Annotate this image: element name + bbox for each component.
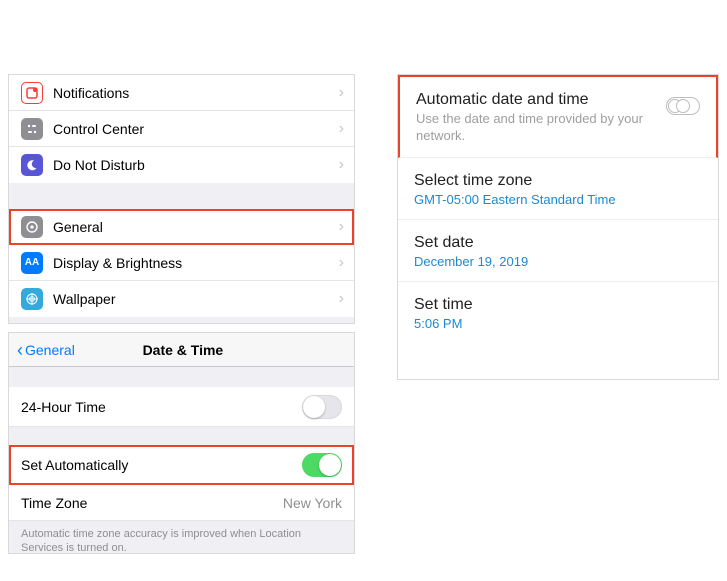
chevron-right-icon: ›: [339, 121, 344, 137]
row-title: Automatic date and time: [416, 91, 654, 109]
row-label: Control Center: [53, 121, 339, 137]
toggle-24hour[interactable]: [302, 395, 342, 419]
chevron-right-icon: ›: [339, 157, 344, 173]
ios-datetime-panel: ‹ General Date & Time 24-Hour Time Set A…: [8, 332, 355, 554]
row-title: Set date: [414, 234, 702, 252]
nav-bar: ‹ General Date & Time: [9, 333, 354, 367]
android-datetime-panel: Automatic date and time Use the date and…: [397, 74, 719, 380]
timezone-value: GMT-05:00 Eastern Standard Time: [414, 192, 702, 207]
chevron-right-icon: ›: [339, 255, 344, 271]
row-set-time[interactable]: Set time 5:06 PM: [398, 282, 718, 343]
chevron-right-icon: ›: [339, 291, 344, 307]
time-value: 5:06 PM: [414, 316, 702, 331]
row-display-brightness[interactable]: AA Display & Brightness ›: [9, 245, 354, 281]
chevron-right-icon: ›: [339, 85, 344, 101]
row-do-not-disturb[interactable]: Do Not Disturb ›: [9, 147, 354, 183]
row-wallpaper[interactable]: Wallpaper ›: [9, 281, 354, 317]
row-title: Select time zone: [414, 172, 702, 190]
row-title: Set time: [414, 296, 702, 314]
row-label: Time Zone: [21, 495, 283, 511]
gear-icon: [21, 216, 43, 238]
toggle-auto-datetime[interactable]: [666, 97, 700, 115]
moon-icon: [21, 154, 43, 176]
footnote-text: Automatic time zone accuracy is improved…: [9, 521, 354, 554]
chevron-right-icon: ›: [339, 219, 344, 235]
notifications-icon: [21, 82, 43, 104]
row-label: Set Automatically: [21, 457, 302, 473]
display-icon: AA: [21, 252, 43, 274]
row-time-zone[interactable]: Time Zone New York: [9, 485, 354, 521]
row-subtitle: Use the date and time provided by your n…: [416, 111, 654, 145]
row-auto-datetime[interactable]: Automatic date and time Use the date and…: [398, 75, 718, 158]
row-set-date[interactable]: Set date December 19, 2019: [398, 220, 718, 282]
row-select-timezone[interactable]: Select time zone GMT-05:00 Eastern Stand…: [398, 158, 718, 220]
row-label: Wallpaper: [53, 291, 339, 307]
row-general[interactable]: General ›: [9, 209, 354, 245]
row-label: Notifications: [53, 85, 339, 101]
wallpaper-icon: [21, 288, 43, 310]
toggle-set-automatically[interactable]: [302, 453, 342, 477]
time-zone-value: New York: [283, 495, 342, 511]
row-label: General: [53, 219, 339, 235]
row-notifications[interactable]: Notifications ›: [9, 75, 354, 111]
row-24hour[interactable]: 24-Hour Time: [9, 387, 354, 427]
row-set-automatically[interactable]: Set Automatically: [9, 445, 354, 485]
row-label: Display & Brightness: [53, 255, 339, 271]
page-title: Date & Time: [20, 342, 346, 358]
row-control-center[interactable]: Control Center ›: [9, 111, 354, 147]
row-label: 24-Hour Time: [21, 399, 302, 415]
date-value: December 19, 2019: [414, 254, 702, 269]
ios-settings-panel: Notifications › Control Center › Do Not …: [8, 74, 355, 324]
control-center-icon: [21, 118, 43, 140]
row-label: Do Not Disturb: [53, 157, 339, 173]
